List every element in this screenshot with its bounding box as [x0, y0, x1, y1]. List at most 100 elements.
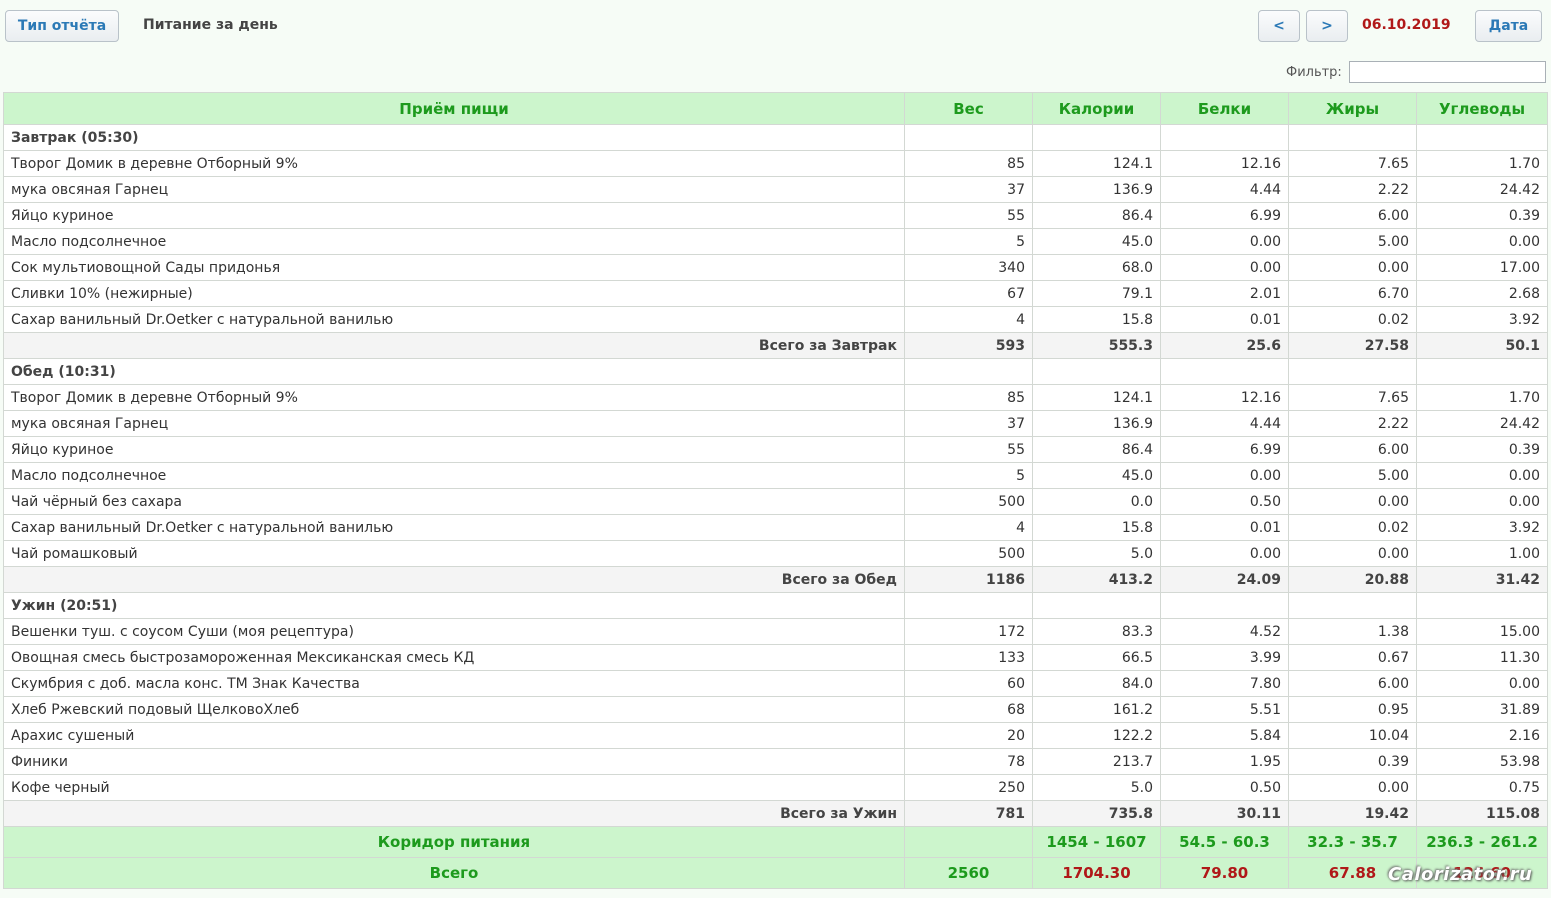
column-header-calories[interactable]: Калории: [1032, 92, 1161, 125]
cell-protein: 0.00: [1160, 254, 1289, 281]
table-row[interactable]: Хлеб Ржевский подовый ЩелковоХлеб 68 161.2…: [3, 696, 1548, 723]
table-row[interactable]: Вешенки туш. с соусом Суши (моя рецептур…: [3, 618, 1548, 645]
cell-weight: 172: [904, 618, 1033, 645]
cell-fat: 1.38: [1288, 618, 1417, 645]
subtotal-name: Всего за Ужин: [3, 800, 905, 827]
table-row[interactable]: мука овсяная Гарнец 37 136.9 4.44 2.22 24.42: [3, 410, 1548, 437]
cell-name[interactable]: Яйцо куриное: [3, 202, 905, 229]
table-row[interactable]: Масло подсолнечное 5 45.0 0.00 5.00 0.00: [3, 228, 1548, 255]
meal-title-empty-cell: [904, 358, 1033, 385]
cell-calories: 15.8: [1032, 514, 1161, 541]
cell-name[interactable]: Масло подсолнечное: [3, 462, 905, 489]
cell-fat: 0.00: [1288, 488, 1417, 515]
table-row[interactable]: Скумбрия с доб. масла конс. ТМ Знак Каче…: [3, 670, 1548, 697]
cell-name[interactable]: Яйцо куриное: [3, 436, 905, 463]
table-row[interactable]: Чай ромашковый 500 5.0 0.00 0.00 1.00: [3, 540, 1548, 567]
cell-carbs: 0.00: [1416, 488, 1548, 515]
cell-fat: 2.22: [1288, 410, 1417, 437]
corridor-weight: [904, 826, 1033, 858]
cell-name[interactable]: Сок мультиовощной Сады придонья: [3, 254, 905, 281]
cell-name[interactable]: Сливки 10% (нежирные): [3, 280, 905, 307]
subtotal-protein: 25.6: [1160, 332, 1289, 359]
cell-name[interactable]: Сахар ванильный Dr.Oetker с натуральной …: [3, 514, 905, 541]
cell-name[interactable]: Творог Домик в деревне Отборный 9%: [3, 150, 905, 177]
cell-weight: 67: [904, 280, 1033, 307]
table-row[interactable]: мука овсяная Гарнец 37 136.9 4.44 2.22 24.42: [3, 176, 1548, 203]
column-header-meal[interactable]: Приём пищи: [3, 92, 905, 125]
toolbar: Тип отчёта Питание за день < > 06.10.201…: [0, 0, 1551, 50]
cell-carbs: 0.75: [1416, 774, 1548, 801]
cell-calories: 124.1: [1032, 384, 1161, 411]
subtotal-fat: 27.58: [1288, 332, 1417, 359]
cell-protein: 0.50: [1160, 488, 1289, 515]
cell-name[interactable]: Масло подсолнечное: [3, 228, 905, 255]
cell-name[interactable]: Арахис сушеный: [3, 722, 905, 749]
filter-input[interactable]: [1349, 61, 1546, 83]
meal-subtotal-row: Всего за Завтрак 593 555.3 25.6 27.58 50.1: [3, 332, 1548, 359]
cell-name[interactable]: мука овсяная Гарнец: [3, 410, 905, 437]
column-header-protein[interactable]: Белки: [1160, 92, 1289, 125]
table-row[interactable]: Кофе черный 250 5.0 0.50 0.00 0.75: [3, 774, 1548, 801]
prev-date-button[interactable]: <: [1258, 10, 1300, 42]
cell-protein: 1.95: [1160, 748, 1289, 775]
cell-weight: 133: [904, 644, 1033, 671]
cell-name[interactable]: Творог Домик в деревне Отборный 9%: [3, 384, 905, 411]
cell-carbs: 3.92: [1416, 514, 1548, 541]
column-header-weight[interactable]: Вес: [904, 92, 1033, 125]
column-header-carbs[interactable]: Углеводы: [1416, 92, 1548, 125]
cell-name[interactable]: Чай ромашковый: [3, 540, 905, 567]
meal-title-empty-cell: [1032, 592, 1161, 619]
table-row[interactable]: Арахис сушеный 20 122.2 5.84 10.04 2.16: [3, 722, 1548, 749]
cell-name[interactable]: Скумбрия с доб. масла конс. ТМ Знак Каче…: [3, 670, 905, 697]
cell-calories: 0.0: [1032, 488, 1161, 515]
column-header-fat[interactable]: Жиры: [1288, 92, 1417, 125]
cell-protein: 0.00: [1160, 540, 1289, 567]
table-row[interactable]: Сахар ванильный Dr.Oetker с натуральной …: [3, 514, 1548, 541]
cell-name[interactable]: мука овсяная Гарнец: [3, 176, 905, 203]
cell-fat: 0.39: [1288, 748, 1417, 775]
subtotal-name: Всего за Обед: [3, 566, 905, 593]
meal-title-empty-cell: [1032, 358, 1161, 385]
cell-name[interactable]: Кофе черный: [3, 774, 905, 801]
table-row[interactable]: Чай чёрный без сахара 500 0.0 0.50 0.00 0.00: [3, 488, 1548, 515]
cell-protein: 0.01: [1160, 306, 1289, 333]
meal-title-empty-cell: [1288, 124, 1417, 151]
table-row[interactable]: Яйцо куриное 55 86.4 6.99 6.00 0.39: [3, 202, 1548, 229]
table-row[interactable]: Масло подсолнечное 5 45.0 0.00 5.00 0.00: [3, 462, 1548, 489]
cell-protein: 0.01: [1160, 514, 1289, 541]
table-row[interactable]: Сливки 10% (нежирные) 67 79.1 2.01 6.70 2.68: [3, 280, 1548, 307]
subtotal-carbs: 31.42: [1416, 566, 1548, 593]
cell-name[interactable]: Овощная смесь быстрозамороженная Мексика…: [3, 644, 905, 671]
table-row[interactable]: Творог Домик в деревне Отборный 9% 85 124.…: [3, 384, 1548, 411]
table-row[interactable]: Финики 78 213.7 1.95 0.39 53.98: [3, 748, 1548, 775]
table-row[interactable]: Сок мультиовощной Сады придонья 340 68.0 0.…: [3, 254, 1548, 281]
cell-name[interactable]: Вешенки туш. с соусом Суши (моя рецептур…: [3, 618, 905, 645]
cell-calories: 136.9: [1032, 176, 1161, 203]
report-type-button[interactable]: Тип отчёта: [5, 10, 119, 42]
date-button[interactable]: Дата: [1475, 10, 1542, 42]
subtotal-carbs: 50.1: [1416, 332, 1548, 359]
meal-group-row: Обед (10:31): [3, 358, 1548, 385]
cell-weight: 37: [904, 410, 1033, 437]
meal-title: Ужин (20:51): [3, 592, 905, 619]
cell-carbs: 24.42: [1416, 410, 1548, 437]
meal-title-empty-cell: [1288, 592, 1417, 619]
grand-total-row: Всего 2560 1704.30 79.80 67.88 126.60: [3, 857, 1548, 889]
table-row[interactable]: Сахар ванильный Dr.Oetker с натуральной …: [3, 306, 1548, 333]
cell-weight: 5: [904, 228, 1033, 255]
food-table: Приём пищи Вес Калории Белки Жиры Углево…: [3, 92, 1548, 889]
table-row[interactable]: Творог Домик в деревне Отборный 9% 85 124.…: [3, 150, 1548, 177]
cell-fat: 0.95: [1288, 696, 1417, 723]
cell-name[interactable]: Чай чёрный без сахара: [3, 488, 905, 515]
cell-weight: 68: [904, 696, 1033, 723]
subtotal-weight: 781: [904, 800, 1033, 827]
table-row[interactable]: Яйцо куриное 55 86.4 6.99 6.00 0.39: [3, 436, 1548, 463]
subtotal-weight: 593: [904, 332, 1033, 359]
next-date-button[interactable]: >: [1306, 10, 1348, 42]
cell-name[interactable]: Хлеб Ржевский подовый ЩелковоХлеб: [3, 696, 905, 723]
table-row[interactable]: Овощная смесь быстрозамороженная Мексика…: [3, 644, 1548, 671]
cell-name[interactable]: Сахар ванильный Dr.Oetker с натуральной …: [3, 306, 905, 333]
cell-protein: 7.80: [1160, 670, 1289, 697]
cell-name[interactable]: Финики: [3, 748, 905, 775]
cell-calories: 136.9: [1032, 410, 1161, 437]
